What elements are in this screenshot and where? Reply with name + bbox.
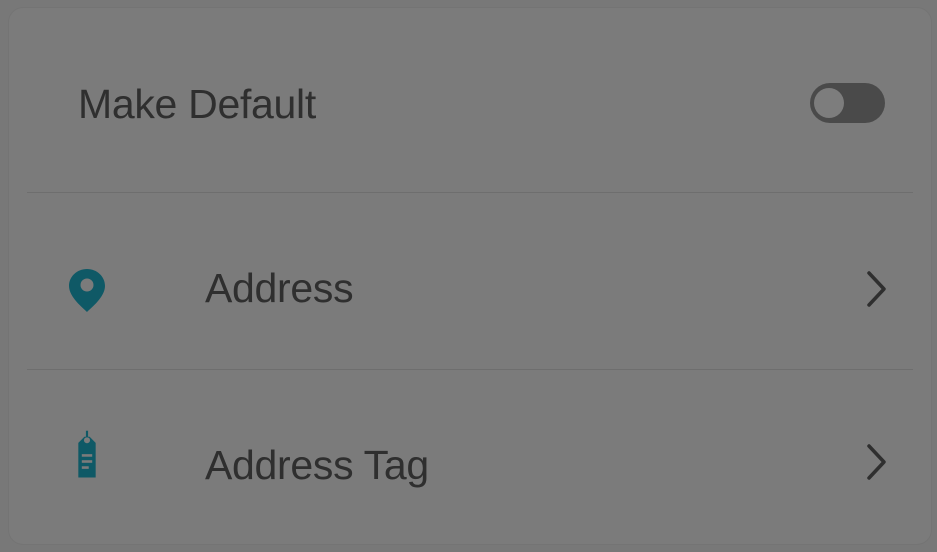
toggle-knob (814, 88, 844, 118)
address-label: Address (205, 265, 354, 311)
location-pin-icon (69, 269, 105, 312)
tag-icon (78, 430, 96, 478)
make-default-toggle[interactable] (810, 83, 885, 123)
address-tag-row[interactable]: Address Tag (9, 370, 931, 544)
make-default-label: Make Default (78, 81, 316, 127)
address-row[interactable]: Address (9, 193, 931, 369)
address-settings-card: Make Default Address Address Tag (9, 8, 931, 544)
address-tag-label: Address Tag (205, 442, 429, 488)
make-default-row: Make Default (9, 8, 931, 192)
chevron-right-icon (867, 271, 886, 307)
chevron-right-icon (867, 444, 886, 480)
